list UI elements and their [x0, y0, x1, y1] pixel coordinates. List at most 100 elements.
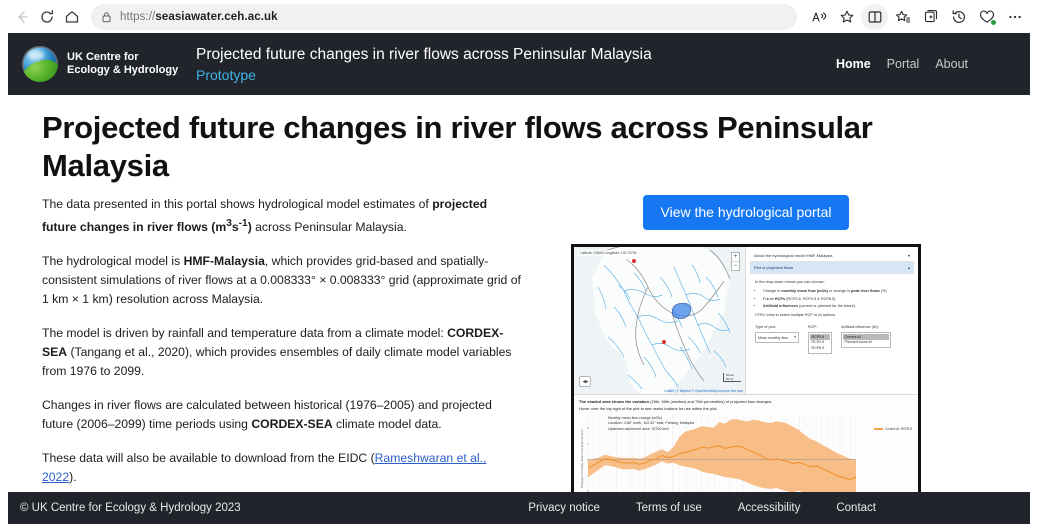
footer-link-terms[interactable]: Terms of use [636, 502, 702, 514]
nav-item-portal[interactable]: Portal [887, 57, 920, 71]
text-column: The data presented in this portal shows … [42, 195, 522, 524]
split-screen-icon[interactable] [861, 3, 888, 30]
map-zoom-controls[interactable]: + − [731, 252, 740, 271]
chart-annotations: Monthly mean flow change (m3/s) Location… [608, 416, 694, 432]
map-marker-site[interactable] [662, 340, 666, 344]
paragraph-3: The model is driven by rainfall and temp… [42, 324, 522, 381]
footer-link-contact[interactable]: Contact [836, 502, 876, 514]
chart-legend: Current AI: RCP8.5 [873, 427, 912, 431]
ukceh-logo[interactable]: UK Centre for Ecology & Hydrology [22, 46, 182, 82]
p1-part-3: across Peninsular Malaysia. [251, 220, 407, 235]
accordion-plot-label: Plot of projected flows [754, 265, 794, 270]
content-columns: The data presented in this portal shows … [42, 195, 1002, 524]
essentials-badge [990, 18, 997, 26]
portal-screenshot[interactable]: Latitude: 3.8663 Longitude: 103.70726 + … [571, 244, 921, 524]
screenshot-caption: The shaded area shows the variation (25t… [574, 394, 918, 412]
p4-part-3: climate model data. [332, 417, 442, 432]
accordion-about-model[interactable]: About the hydrological model HMF-Malaysi… [750, 250, 914, 262]
page-scroll-edge [1030, 66, 1038, 524]
url-text: https://seasiawater.ceh.ac.uk [120, 11, 278, 23]
rcp-listbox[interactable]: RCP2.6 RCP4.5 RCP8.5 [808, 332, 832, 354]
chart-annot-2: Upstream catchment area: 76700 km2 [608, 426, 670, 431]
caption-bold: The shaded area shows the variation [579, 399, 650, 404]
header-titles: Projected future changes in river flows … [182, 45, 836, 84]
header-subtitle: Prototype [196, 66, 256, 83]
rcp-option-2[interactable]: RCP8.5 [810, 346, 830, 352]
map-layers-icon[interactable] [579, 376, 591, 387]
b2-post: (RCP2.6, RCP4.5 & RCP8.5) [785, 296, 836, 301]
type-of-plot-select[interactable]: Mean monthly flow [755, 332, 799, 344]
header-title: Projected future changes in river flows … [196, 45, 652, 63]
view-portal-button[interactable]: View the hydrological portal [642, 195, 850, 230]
caption-line-2: Hover over the top right of the plot to … [579, 405, 718, 411]
accordion-plot-flows[interactable]: Plot of projected flows ▴ [750, 262, 914, 274]
map-coordinate-readout: Latitude: 3.8663 Longitude: 103.70726 [578, 250, 639, 256]
map-zoom-in[interactable]: + [732, 253, 739, 261]
panel-controls: Type of plot: Mean monthly flow RCP: RCP… [755, 324, 909, 354]
chevron-down-icon: ▾ [907, 253, 910, 258]
map-marker-north[interactable] [632, 259, 636, 263]
ai-option-1[interactable]: Planned future AI [843, 340, 889, 346]
footer-copyright: © UK Centre for Ecology & Hydrology 2023 [20, 502, 241, 514]
eidc-prefix: These data will also be available to dow… [42, 451, 375, 466]
b1-bold: monthly mean flow (m3/s) [781, 289, 828, 293]
caption-rest: (25th, 50th (median) and 75th percentile… [649, 399, 773, 404]
footer-link-privacy[interactable]: Privacy notice [528, 502, 600, 514]
ai-label: Artificial influence (AI): [841, 325, 879, 330]
cta-wrap: View the hydrological portal [546, 195, 946, 230]
browser-essentials-icon[interactable] [973, 4, 1000, 30]
p4-bold: CORDEX-SEA [251, 417, 333, 432]
p2-bold: HMF-Malaysia [183, 254, 265, 269]
ai-listbox[interactable]: Current AI Planned future AI [841, 332, 891, 348]
type-of-plot-group: Type of plot: Mean monthly flow [755, 324, 799, 353]
paragraph-4: Changes in river flows are calculated be… [42, 396, 522, 434]
b3-post: (current or planned for the future) [798, 304, 856, 309]
page-title: Projected future changes in river flows … [42, 110, 873, 183]
main-content: Projected future changes in river flows … [0, 95, 1038, 524]
b2-pre: Future [763, 296, 776, 301]
collections-icon[interactable] [917, 4, 944, 30]
browser-tool-icons [805, 3, 1028, 30]
panel-bullet-1: Change in monthly mean flow (m3/s) or ch… [763, 288, 909, 294]
nav-item-about[interactable]: About [935, 57, 968, 71]
logo-line-2: Ecology & Hydrology [67, 64, 179, 76]
legend-label: Current AI: RCP8.5 [884, 427, 912, 431]
read-aloud-icon[interactable] [805, 4, 832, 30]
settings-more-icon[interactable] [1001, 4, 1028, 30]
browser-toolbar: https://seasiawater.ceh.ac.uk [0, 0, 1038, 33]
p3-part-1: The model is driven by rainfall and temp… [42, 326, 448, 341]
paragraph-eidc: These data will also be available to dow… [42, 449, 522, 487]
url-scheme: https:// [120, 10, 156, 23]
footer-link-accessibility[interactable]: Accessibility [738, 502, 801, 514]
map-scale-mi: 50 mi [726, 377, 734, 381]
p3-part-3: (Tangang et al., 2020), which provides e… [42, 345, 512, 379]
map-scale-bar: 50 km 50 mi [723, 373, 741, 382]
page-viewport: UK Centre for Ecology & Hydrology Projec… [0, 33, 1038, 524]
back-arrow-icon[interactable] [10, 4, 33, 30]
legend-swatch-icon [873, 428, 883, 430]
eidc-suffix: ). [69, 470, 77, 485]
footer-links: Privacy notice Terms of use Accessibilit… [528, 502, 1018, 514]
home-icon[interactable] [60, 4, 83, 30]
address-bar[interactable]: https://seasiawater.ceh.ac.uk [91, 3, 797, 30]
b1-bold2: peak river flows [851, 289, 880, 293]
panel-bullet-2: Future RCPs (RCP2.6, RCP4.5 & RCP8.5) [763, 296, 909, 302]
favorites-icon[interactable] [889, 4, 916, 30]
nav-item-home[interactable]: Home [836, 57, 871, 71]
rcp-label: RCP: [808, 325, 818, 330]
header-nav: Home Portal About [836, 57, 1016, 71]
ai-group: Artificial influence (AI): Current AI Pl… [841, 324, 891, 353]
accordion-about-label: About the hydrological model HMF-Malaysi… [754, 253, 833, 258]
history-icon[interactable] [945, 4, 972, 30]
paragraph-1: The data presented in this portal shows … [42, 195, 522, 237]
map-attribution[interactable]: Leaflet | © Mapbox © OpenStreetMap Impro… [664, 389, 743, 393]
map-zoom-out[interactable]: − [732, 261, 739, 270]
panel-bullets: Change in monthly mean flow (m3/s) or ch… [763, 288, 909, 309]
panel-ctrl-hint: CTRL+click to select multiple RCP or AI … [755, 313, 837, 318]
globe-logo-icon [22, 46, 58, 82]
portal-column: View the hydrological portal Latitude: 3… [546, 195, 946, 524]
favorite-star-icon[interactable] [833, 4, 860, 30]
b2-bold: RCPs [775, 296, 786, 301]
chevron-up-icon: ▴ [907, 265, 910, 270]
reload-icon[interactable] [35, 4, 58, 30]
